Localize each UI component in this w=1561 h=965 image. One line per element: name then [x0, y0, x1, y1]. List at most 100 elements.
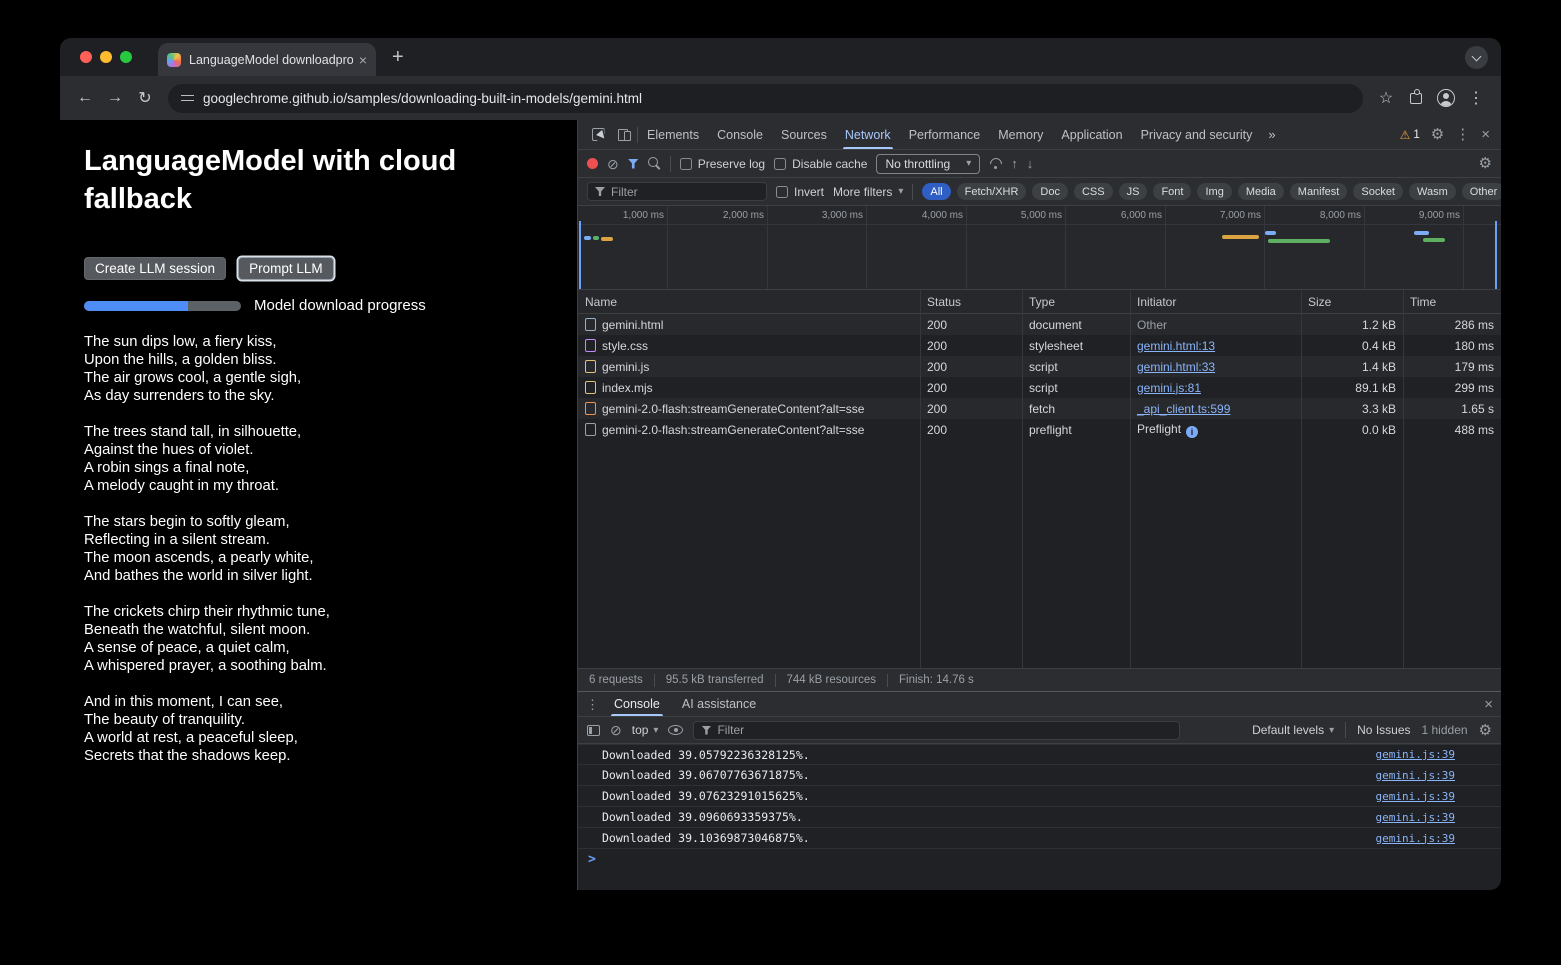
minimize-window-button[interactable] — [100, 51, 112, 63]
initiator-link[interactable]: gemini.html:33 — [1137, 360, 1215, 374]
device-toolbar-button[interactable] — [611, 122, 637, 148]
filter-chip-css[interactable]: CSS — [1074, 183, 1113, 200]
column-header-name[interactable]: Name — [578, 295, 920, 309]
filter-chip-other[interactable]: Other — [1462, 183, 1501, 200]
filter-chip-media[interactable]: Media — [1238, 183, 1284, 200]
throttling-select[interactable]: No throttling ▾ — [876, 154, 980, 174]
devtools-close-button[interactable]: × — [1481, 127, 1490, 142]
initiator-link[interactable]: _api_client.ts:599 — [1137, 402, 1230, 416]
filter-chip-doc[interactable]: Doc — [1032, 183, 1068, 200]
record-network-log-button[interactable] — [587, 158, 598, 169]
console-message[interactable]: Downloaded 39.10369873046875%. gemini.js… — [578, 828, 1501, 849]
drawer-tab-console[interactable]: Console — [603, 692, 671, 716]
network-timeline-overview[interactable]: 1,000 ms 2,000 ms 3,000 ms 4,000 ms 5,00… — [578, 206, 1501, 290]
live-expression-eye-icon[interactable] — [668, 725, 683, 735]
import-har-button[interactable]: ↑ — [1011, 157, 1018, 170]
drawer-menu-button[interactable]: ⋮ — [586, 698, 599, 711]
request-name[interactable]: gemini-2.0-flash:streamGenerateContent?a… — [602, 402, 864, 416]
issues-counter[interactable]: ⚠ 1 — [1400, 129, 1420, 141]
address-bar[interactable]: googlechrome.github.io/samples/downloadi… — [168, 84, 1363, 113]
devtools-settings-button[interactable]: ⚙ — [1431, 127, 1444, 142]
console-filter-input[interactable]: Filter — [693, 721, 1180, 740]
message-source-link[interactable]: gemini.js:39 — [1376, 748, 1455, 761]
tab-privacy-and-security[interactable]: Privacy and security — [1132, 120, 1262, 149]
filter-toggle-button[interactable] — [628, 159, 639, 169]
filter-chip-fetch-xhr[interactable]: Fetch/XHR — [957, 183, 1027, 200]
table-row[interactable]: style.css 200 stylesheet gemini.html:13 … — [578, 335, 1501, 356]
clear-network-log-button[interactable]: ⊘ — [607, 157, 619, 171]
filter-chip-js[interactable]: JS — [1119, 183, 1148, 200]
table-row[interactable]: gemini.js 200 script gemini.html:33 1.4 … — [578, 356, 1501, 377]
inspect-element-button[interactable] — [585, 122, 611, 148]
profile-button[interactable] — [1431, 83, 1461, 113]
site-settings-icon[interactable] — [181, 93, 194, 104]
filter-chip-socket[interactable]: Socket — [1353, 183, 1403, 200]
message-source-link[interactable]: gemini.js:39 — [1376, 811, 1455, 824]
reload-button[interactable]: ↻ — [130, 83, 160, 113]
network-filter-input[interactable]: Filter — [587, 182, 767, 201]
drawer-close-button[interactable]: × — [1484, 697, 1493, 712]
filter-chip-manifest[interactable]: Manifest — [1290, 183, 1348, 200]
table-row[interactable]: gemini.html 200 document Other 1.2 kB 28… — [578, 314, 1501, 335]
table-row[interactable]: gemini-2.0-flash:streamGenerateContent?a… — [578, 419, 1501, 440]
filter-chip-font[interactable]: Font — [1153, 183, 1191, 200]
console-message[interactable]: Downloaded 39.05792236328125%. gemini.js… — [578, 744, 1501, 765]
message-source-link[interactable]: gemini.js:39 — [1376, 832, 1455, 845]
tab-application[interactable]: Application — [1052, 120, 1131, 149]
preserve-log-checkbox[interactable]: Preserve log — [680, 157, 765, 171]
new-tab-button[interactable]: + — [376, 47, 404, 76]
issues-status[interactable]: No Issues — [1357, 723, 1410, 737]
filter-chip-wasm[interactable]: Wasm — [1409, 183, 1456, 200]
devtools-menu-button[interactable]: ⋮ — [1455, 127, 1470, 142]
filter-chip-all[interactable]: All — [922, 183, 950, 200]
tab-close-icon[interactable]: × — [359, 53, 367, 67]
clear-console-button[interactable]: ⊘ — [610, 723, 622, 737]
request-name[interactable]: index.mjs — [602, 381, 653, 395]
network-settings-button[interactable]: ⚙ — [1479, 156, 1492, 171]
request-name[interactable]: gemini.js — [602, 360, 649, 374]
invert-checkbox[interactable]: Invert — [776, 185, 824, 199]
zoom-window-button[interactable] — [120, 51, 132, 63]
column-header-status[interactable]: Status — [920, 295, 1022, 309]
browser-tab[interactable]: LanguageModel downloadpro × — [158, 43, 376, 76]
more-panels-button[interactable]: » — [1261, 127, 1282, 142]
timeline-left-handle[interactable] — [579, 221, 581, 289]
disable-cache-checkbox[interactable]: Disable cache — [774, 157, 867, 171]
request-name[interactable]: gemini-2.0-flash:streamGenerateContent?a… — [602, 423, 864, 437]
console-message[interactable]: Downloaded 39.06707763671875%. gemini.js… — [578, 765, 1501, 786]
extensions-button[interactable] — [1401, 83, 1431, 113]
initiator-link[interactable]: gemini.js:81 — [1137, 381, 1201, 395]
tab-console[interactable]: Console — [708, 120, 772, 149]
column-header-size[interactable]: Size — [1301, 295, 1403, 309]
column-header-initiator[interactable]: Initiator — [1130, 295, 1301, 309]
filter-chip-img[interactable]: Img — [1197, 183, 1231, 200]
close-window-button[interactable] — [80, 51, 92, 63]
console-message[interactable]: Downloaded 39.0960693359375%. gemini.js:… — [578, 807, 1501, 828]
tab-network[interactable]: Network — [836, 120, 900, 149]
forward-button[interactable]: → — [100, 83, 130, 113]
tab-search-button[interactable] — [1465, 46, 1488, 69]
tab-elements[interactable]: Elements — [638, 120, 708, 149]
timeline-right-handle[interactable] — [1495, 221, 1497, 289]
log-levels-select[interactable]: Default levels ▾ — [1252, 723, 1334, 737]
message-source-link[interactable]: gemini.js:39 — [1376, 790, 1455, 803]
column-header-time[interactable]: Time — [1403, 295, 1501, 309]
browser-menu-button[interactable]: ⋮ — [1461, 83, 1491, 113]
export-har-button[interactable]: ↓ — [1027, 157, 1034, 170]
request-name[interactable]: style.css — [602, 339, 648, 353]
console-prompt[interactable]: > — [578, 849, 1501, 870]
network-conditions-button[interactable] — [989, 158, 1002, 169]
table-row[interactable]: index.mjs 200 script gemini.js:81 89.1 k… — [578, 377, 1501, 398]
more-filters-dropdown[interactable]: More filters ▾ — [833, 185, 903, 199]
tab-sources[interactable]: Sources — [772, 120, 836, 149]
tab-performance[interactable]: Performance — [900, 120, 990, 149]
hidden-messages-count[interactable]: 1 hidden — [1422, 723, 1468, 737]
create-llm-session-button[interactable]: Create LLM session — [84, 257, 226, 280]
drawer-tab-ai-assistance[interactable]: AI assistance — [671, 692, 767, 716]
table-row[interactable]: gemini-2.0-flash:streamGenerateContent?a… — [578, 398, 1501, 419]
network-search-button[interactable] — [648, 157, 661, 170]
bookmark-star-button[interactable]: ☆ — [1371, 83, 1401, 113]
tab-memory[interactable]: Memory — [989, 120, 1052, 149]
request-name[interactable]: gemini.html — [602, 318, 663, 332]
initiator-link[interactable]: gemini.html:13 — [1137, 339, 1215, 353]
